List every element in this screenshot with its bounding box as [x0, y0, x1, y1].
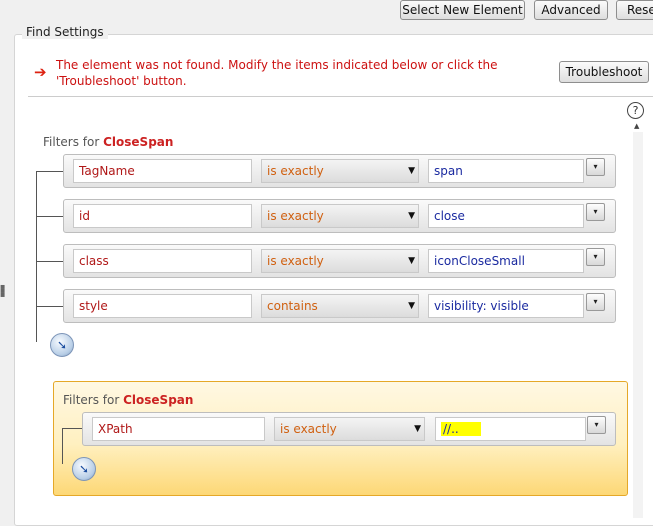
- tree-line-branch: [36, 171, 63, 172]
- tree-line-branch: [62, 428, 82, 429]
- filter-row: TagName is exactly ▼ span ▾: [63, 154, 616, 188]
- advanced-button[interactable]: Advanced: [534, 0, 608, 20]
- filter-row: id is exactly ▼ close ▾: [63, 199, 616, 233]
- dropdown-arrow-icon: ▼: [408, 166, 415, 176]
- dropdown-arrow-icon: ▼: [414, 424, 421, 434]
- splitter-grip-icon[interactable]: ▪ ▪ ▪: [0, 283, 5, 299]
- value-field[interactable]: visibility: visible: [428, 294, 584, 318]
- operator-value: is exactly: [280, 422, 337, 436]
- find-settings-legend: Find Settings: [22, 25, 108, 39]
- dropdown-arrow-icon: ▼: [408, 256, 415, 266]
- operator-value: contains: [267, 299, 318, 313]
- attribute-field[interactable]: class: [73, 249, 252, 273]
- filter-row: style contains ▼ visibility: visible ▾: [63, 289, 616, 323]
- value-dropdown-button[interactable]: ▾: [587, 416, 606, 434]
- operator-dropdown[interactable]: is exactly ▼: [274, 417, 425, 441]
- group2-title: Filters for CloseSpan: [63, 393, 193, 407]
- tree-line-branch: [36, 306, 63, 307]
- help-icon[interactable]: ?: [627, 102, 644, 119]
- filter-row: class is exactly ▼ iconCloseSmall ▾: [63, 244, 616, 278]
- reset-label: Reset: [627, 3, 653, 17]
- group1-title: Filters for CloseSpan: [43, 135, 173, 149]
- dropdown-arrow-icon: ▼: [408, 301, 415, 311]
- tree-line-branch: [36, 216, 63, 217]
- value-field[interactable]: close: [428, 204, 584, 228]
- divider: [28, 96, 653, 97]
- operator-value: is exactly: [267, 254, 324, 268]
- group2-title-prefix: Filters for: [63, 393, 124, 407]
- value-dropdown-button[interactable]: ▾: [586, 203, 605, 221]
- troubleshoot-button[interactable]: Troubleshoot: [559, 61, 649, 83]
- dropdown-arrow-icon: ▼: [408, 211, 415, 221]
- operator-dropdown[interactable]: is exactly ▼: [261, 159, 419, 183]
- group2-title-element: CloseSpan: [123, 393, 194, 407]
- select-new-element-button[interactable]: Select New Element: [400, 0, 525, 20]
- reset-button[interactable]: Reset: [616, 0, 653, 20]
- operator-dropdown[interactable]: contains ▼: [261, 294, 419, 318]
- group1-title-prefix: Filters for: [43, 135, 104, 149]
- scrollbar[interactable]: [633, 132, 643, 518]
- attribute-field[interactable]: style: [73, 294, 252, 318]
- value-dropdown-button[interactable]: ▾: [586, 158, 605, 176]
- value-highlight: //..: [441, 422, 481, 436]
- attribute-field[interactable]: TagName: [73, 159, 252, 183]
- value-field[interactable]: //..: [435, 417, 586, 441]
- scroll-up-icon[interactable]: ▲: [634, 122, 639, 130]
- error-message: The element was not found. Modify the it…: [56, 58, 498, 88]
- tree-line-vertical: [36, 172, 37, 342]
- value-field[interactable]: iconCloseSmall: [428, 249, 584, 273]
- error-arrow-icon: ➔: [34, 63, 47, 81]
- operator-dropdown[interactable]: is exactly ▼: [261, 249, 419, 273]
- operator-value: is exactly: [267, 209, 324, 223]
- value-dropdown-button[interactable]: ▾: [586, 248, 605, 266]
- add-filter-icon[interactable]: ➘: [72, 457, 96, 481]
- tree-line-vertical: [62, 428, 63, 464]
- attribute-field[interactable]: XPath: [92, 417, 265, 441]
- value-field[interactable]: span: [428, 159, 584, 183]
- attribute-field[interactable]: id: [73, 204, 252, 228]
- add-filter-icon[interactable]: ➘: [50, 333, 74, 357]
- group1-title-element: CloseSpan: [103, 135, 174, 149]
- filter-row: XPath is exactly ▼ //.. ▾: [82, 412, 616, 446]
- operator-value: is exactly: [267, 164, 324, 178]
- operator-dropdown[interactable]: is exactly ▼: [261, 204, 419, 228]
- value-dropdown-button[interactable]: ▾: [586, 293, 605, 311]
- tree-line-branch: [36, 261, 63, 262]
